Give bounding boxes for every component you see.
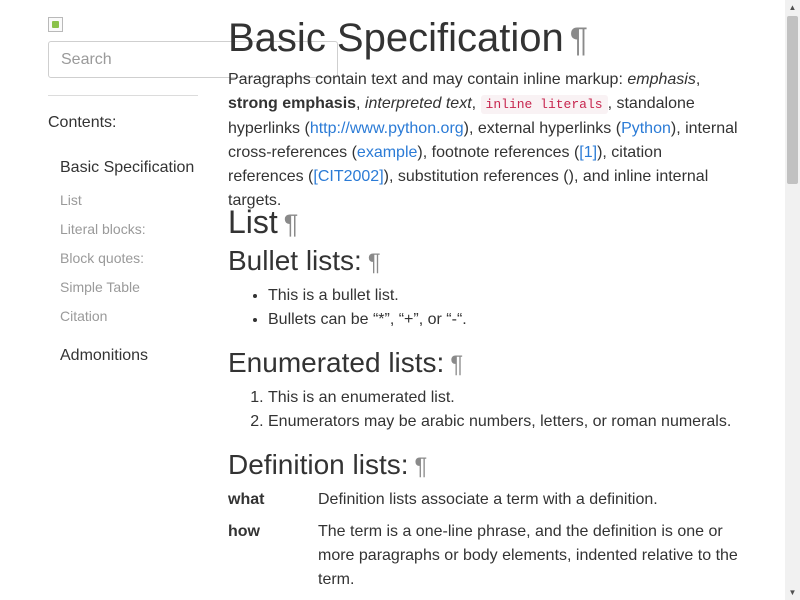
bullet-lists-heading-text: Bullet lists:: [228, 245, 362, 276]
table-of-contents: Basic Specification List Literal blocks:…: [60, 156, 200, 368]
toc-item-basic-specification[interactable]: Basic Specification: [60, 156, 200, 180]
toc-item-simple-table[interactable]: Simple Table: [60, 273, 200, 302]
enum-permalink[interactable]: ¶: [450, 351, 463, 378]
strong-text: strong emphasis: [228, 95, 357, 112]
toc-item-list[interactable]: List: [60, 186, 200, 215]
definition-lists-heading-text: Definition lists:: [228, 449, 409, 480]
bullet-list: This is a bullet list. Bullets can be “*…: [228, 284, 467, 332]
bullet-lists-heading: Bullet lists: ¶: [228, 244, 381, 280]
list-item: Enumerators may be arabic numbers, lette…: [268, 410, 731, 434]
toc-item-citation[interactable]: Citation: [60, 302, 200, 331]
definition-term: what: [228, 491, 265, 508]
definition-description: The term is a one-line phrase, and the d…: [318, 523, 738, 588]
definition-term: how: [228, 523, 260, 540]
intro-text: ), footnote references (: [417, 144, 580, 161]
def-permalink[interactable]: ¶: [415, 453, 428, 480]
intro-text: Paragraphs contain text and may contain …: [228, 71, 628, 88]
list-item: Bullets can be “*”, “+”, or “-“.: [268, 308, 467, 332]
sidebar-divider: [48, 95, 198, 96]
inline-literal: inline literals: [480, 95, 608, 114]
page-title-text: Basic Specification: [228, 16, 564, 60]
vertical-scrollbar[interactable]: ▲ ▼: [785, 0, 800, 600]
broken-image-icon: [48, 17, 63, 32]
link-example[interactable]: example: [357, 144, 417, 161]
toc-item-block-quotes[interactable]: Block quotes:: [60, 244, 200, 273]
scroll-down-arrow-icon[interactable]: ▼: [785, 585, 800, 600]
bullet-permalink[interactable]: ¶: [368, 249, 381, 276]
contents-label: Contents:: [48, 114, 117, 131]
list-heading-text: List: [228, 204, 278, 240]
link-python-org[interactable]: http://www.python.org: [310, 120, 464, 137]
scrollbar-thumb[interactable]: [787, 16, 798, 184]
definition-list: what Definition lists associate a term w…: [228, 488, 738, 600]
toc-item-admonitions[interactable]: Admonitions: [60, 344, 200, 368]
scroll-up-arrow-icon[interactable]: ▲: [785, 0, 800, 15]
intro-text: ), external hyperlinks (: [463, 120, 622, 137]
intro-text: ,: [471, 95, 481, 112]
interpreted-text: interpreted text: [364, 95, 472, 112]
toc-item-literal-blocks[interactable]: Literal blocks:: [60, 215, 200, 244]
enumerated-list: This is an enumerated list. Enumerators …: [228, 386, 731, 434]
emphasis-text: emphasis: [627, 71, 696, 88]
list-permalink[interactable]: ¶: [284, 208, 299, 239]
list-heading: List ¶: [228, 202, 298, 244]
link-python[interactable]: Python: [621, 120, 671, 137]
definition-lists-heading: Definition lists: ¶: [228, 448, 427, 484]
list-item: This is a bullet list.: [268, 284, 467, 308]
link-footnote[interactable]: [1]: [579, 144, 597, 161]
intro-text: ,: [356, 95, 365, 112]
enumerated-lists-heading-text: Enumerated lists:: [228, 347, 445, 378]
page-title: Basic Specification ¶: [228, 14, 588, 64]
link-citation[interactable]: [CIT2002]: [313, 168, 383, 185]
list-item: This is an enumerated list.: [268, 386, 731, 410]
sidebar: Contents: Basic Specification List Liter…: [48, 17, 338, 364]
definition-row: what Definition lists associate a term w…: [228, 488, 738, 512]
intro-paragraph: Paragraphs contain text and may contain …: [228, 68, 738, 213]
intro-text: ,: [695, 71, 701, 88]
definition-description: Definition lists associate a term with a…: [318, 491, 658, 508]
definition-row: how The term is a one-line phrase, and t…: [228, 520, 738, 592]
title-permalink[interactable]: ¶: [570, 21, 588, 59]
enumerated-lists-heading: Enumerated lists: ¶: [228, 346, 463, 382]
